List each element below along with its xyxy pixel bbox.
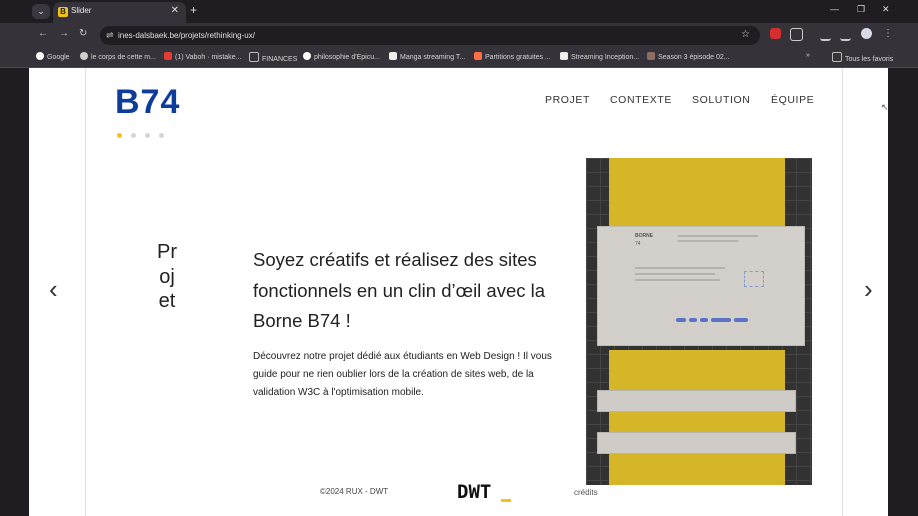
- bookmark-icon: [36, 52, 44, 60]
- url-text: ines-dalsbaek.be/projets/rethinking-ux/: [118, 31, 255, 40]
- preview-text-line: [635, 273, 715, 275]
- preview-text-line: [678, 235, 758, 237]
- new-tab-button[interactable]: +: [190, 3, 197, 17]
- bookmark-item[interactable]: le corps de cette m...: [80, 52, 156, 61]
- folder-icon: [832, 52, 842, 62]
- footer-credits-link[interactable]: crédits: [574, 488, 598, 497]
- menu-icon[interactable]: ⋮: [883, 28, 893, 39]
- extensions-puzzle-icon[interactable]: [790, 28, 803, 41]
- preview-button: [676, 318, 686, 322]
- bookmark-item[interactable]: (1) Vaboh · mistake...: [164, 52, 241, 61]
- site-logo[interactable]: B74: [115, 83, 180, 122]
- bookmark-icon: [560, 52, 568, 60]
- bookmark-item[interactable]: Partitions gratuites ...: [474, 52, 551, 61]
- preview-yellow-band: [609, 350, 785, 485]
- youtube-icon: [164, 52, 172, 60]
- preview-subtitle: 74: [635, 241, 641, 247]
- slider-dot[interactable]: [117, 133, 122, 138]
- minimize-icon[interactable]: —: [830, 4, 839, 14]
- preview-title: BORNE: [635, 233, 654, 239]
- nav-equipe[interactable]: ÉQUIPE: [771, 94, 814, 106]
- mouse-cursor-icon: ↖: [881, 102, 888, 112]
- preview-panel: BORNE 74: [597, 226, 805, 346]
- bookmark-icon: [474, 52, 482, 60]
- bookmark-icon: [647, 52, 655, 60]
- preview-text-line: [635, 267, 725, 269]
- bookmark-folder[interactable]: Tous les favoris: [832, 52, 893, 63]
- reload-icon[interactable]: ↻: [79, 28, 87, 39]
- folder-icon: [249, 52, 259, 62]
- nav-projet[interactable]: PROJET: [545, 94, 590, 106]
- bookmark-icon: [303, 52, 311, 60]
- slider-dot[interactable]: [159, 133, 164, 138]
- reading-list-icon[interactable]: [820, 28, 831, 41]
- extension-icon[interactable]: [770, 28, 781, 39]
- preview-graphic: [744, 271, 764, 287]
- address-bar[interactable]: ⇌ ines-dalsbaek.be/projets/rethinking-ux…: [100, 26, 760, 45]
- footer-copyright: ©2024 RUX - DWT: [320, 487, 389, 496]
- preview-button: [689, 318, 697, 322]
- bookmark-icon: [389, 52, 397, 60]
- slide-description: Découvrez notre projet dédié aux étudian…: [253, 351, 552, 398]
- bookmark-item[interactable]: Google: [36, 52, 70, 61]
- tab-search-button[interactable]: ⌄: [32, 4, 50, 19]
- preview-button: [734, 318, 748, 322]
- bookmark-item[interactable]: Streaming Inception...: [560, 52, 639, 61]
- nav-solution[interactable]: SOLUTION: [692, 94, 750, 106]
- slider-dot[interactable]: [145, 133, 150, 138]
- tab-title: Slider: [71, 6, 92, 15]
- restore-icon[interactable]: ❐: [857, 4, 865, 15]
- project-preview-image: BORNE 74: [586, 158, 812, 485]
- bookmarks-overflow-icon[interactable]: »: [806, 52, 810, 59]
- slide-headline: Soyez créatifs et réalisez des sites fon…: [253, 249, 546, 331]
- bookmark-icon: [80, 52, 88, 60]
- bookmark-star-icon[interactable]: ☆: [741, 29, 750, 40]
- bookmark-item[interactable]: Season 3 épisode 02...: [647, 52, 730, 61]
- site-info-icon[interactable]: ⇌: [106, 30, 114, 41]
- preview-button: [700, 318, 708, 322]
- prev-slide-icon[interactable]: ‹: [49, 276, 58, 302]
- slider-dots: [117, 125, 173, 143]
- tab-favicon: B: [58, 7, 68, 17]
- guide-line: [85, 68, 86, 516]
- browser-toolbar: ← → ↻ ⇌ ines-dalsbaek.be/projets/rethink…: [0, 23, 918, 48]
- profile-avatar[interactable]: [861, 28, 872, 39]
- guide-line: [842, 68, 843, 516]
- back-icon[interactable]: ←: [38, 28, 48, 39]
- preview-bar: [597, 432, 796, 454]
- browser-tab[interactable]: B Slider ✕: [53, 2, 186, 23]
- bookmark-item[interactable]: philosophie d'Epicu...: [303, 52, 380, 61]
- preview-yellow-band: [609, 158, 785, 226]
- preview-text-line: [635, 279, 720, 281]
- tab-close-icon[interactable]: ✕: [171, 5, 179, 16]
- slider-dot[interactable]: [131, 133, 136, 138]
- bookmark-folder[interactable]: FINANCES: [249, 52, 297, 63]
- preview-button: [711, 318, 731, 322]
- download-icon[interactable]: [840, 28, 851, 41]
- bookmark-item[interactable]: Manga streaming T...: [389, 52, 465, 61]
- preview-text-line: [678, 240, 738, 242]
- footer-logo[interactable]: DWT: [457, 481, 491, 503]
- page-viewport: B74 PROJET CONTEXTE SOLUTION ÉQUIPE ‹ › …: [29, 68, 888, 516]
- preview-bar: [597, 390, 796, 412]
- page-scrollbar[interactable]: [888, 68, 918, 516]
- next-slide-icon[interactable]: ›: [864, 276, 873, 302]
- vertical-section-label: Projet: [157, 241, 177, 312]
- browser-tab-strip: ⌄ B Slider ✕ + — ❐ ✕: [0, 0, 918, 23]
- footer-logo-accent: [501, 499, 511, 502]
- bookmarks-bar: Google le corps de cette m... (1) Vaboh …: [0, 48, 918, 68]
- close-window-icon[interactable]: ✕: [882, 4, 890, 15]
- forward-icon[interactable]: →: [59, 28, 69, 39]
- nav-contexte[interactable]: CONTEXTE: [610, 94, 672, 106]
